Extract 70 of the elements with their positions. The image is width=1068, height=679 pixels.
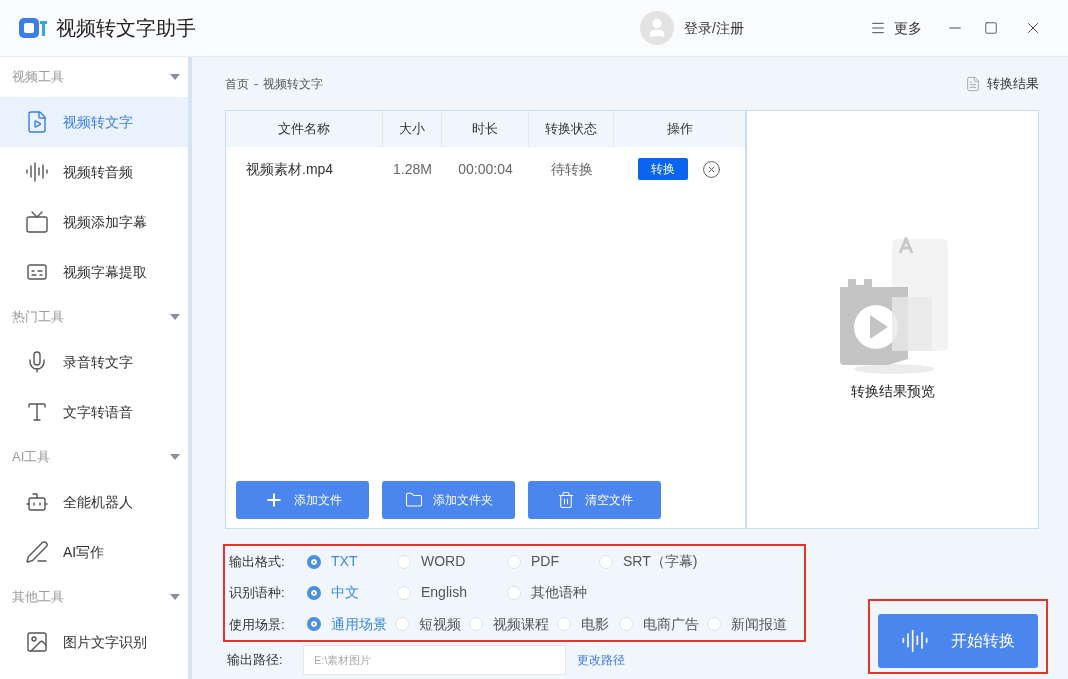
column-header: 时长 [442, 111, 529, 147]
output-path-label: 输出路径: [226, 651, 284, 670]
remove-icon[interactable] [702, 159, 721, 179]
table-cell-text: 1.28M [393, 159, 432, 179]
file-action-button[interactable]: 清空文件 [528, 481, 661, 519]
dropdown-triangle-icon[interactable] [170, 454, 180, 460]
result-link[interactable]: 转换结果 [965, 73, 1039, 94]
app-logo-icon [18, 15, 48, 41]
menu-icon[interactable] [870, 20, 886, 36]
option-label: 输出格式: [229, 552, 286, 571]
output-path-field[interactable]: E:\素材图片 [303, 645, 566, 675]
dropdown-triangle-icon[interactable] [170, 74, 180, 80]
sidebar-section-header: 热门工具 [12, 308, 64, 327]
convert-button[interactable]: 转换 [638, 158, 688, 180]
table-cell: 视频素材.mp4 [246, 160, 334, 177]
radio-option[interactable]: PDF [507, 551, 599, 573]
sidebar-item[interactable]: 视频转音频 [0, 147, 188, 197]
image-icon [25, 630, 49, 654]
radio-option[interactable]: 电影 [557, 613, 619, 635]
video-text-icon [25, 110, 49, 134]
sidebar-item[interactable]: 视频转文字 [0, 97, 188, 147]
table-cell-text: 00:00:04 [458, 159, 513, 179]
sidebar-section-header: AI工具 [12, 448, 51, 467]
radio-option[interactable]: 新闻报道 [707, 613, 797, 635]
change-path-link[interactable]: 更改路径 [577, 651, 625, 669]
dropdown-triangle-icon[interactable] [170, 594, 180, 600]
sidebar-item[interactable]: 全能机器人 [0, 477, 188, 527]
radio-option[interactable]: 电商广告 [619, 613, 707, 635]
option-label: 使用场景: [229, 615, 286, 634]
app-title: 视频转文字助手 [56, 16, 196, 41]
sidebar-item[interactable]: 视频添加字幕 [0, 197, 188, 247]
sidebar-section-header: 视频工具 [12, 68, 64, 87]
pen-icon [25, 540, 49, 564]
login-link[interactable]: 登录/注册 [684, 17, 744, 39]
robot-icon [25, 490, 49, 514]
sidebar-item[interactable]: 图片文字识别 [0, 617, 188, 667]
audio-wave-icon [25, 160, 49, 184]
radio-option[interactable]: 视频课程 [469, 613, 557, 635]
preview-caption: 转换结果预览 [850, 382, 935, 401]
text-icon [25, 400, 49, 424]
column-header: 大小 [383, 111, 442, 147]
file-action-button[interactable]: 添加文件 [236, 481, 369, 519]
breadcrumb-separator: - [254, 75, 258, 93]
column-header: 转换状态 [529, 111, 614, 147]
start-convert-button[interactable]: 开始转换 [878, 614, 1038, 668]
sidebar-item[interactable]: 文字转语音 [0, 387, 188, 437]
radio-option[interactable]: WORD [397, 551, 507, 573]
radio-option[interactable]: SRT（字幕) [599, 551, 749, 573]
column-header: 文件名称 [226, 111, 383, 147]
sidebar-item[interactable]: 录音转文字 [0, 337, 188, 387]
radio-option[interactable]: 其他语种 [507, 582, 607, 604]
folder-icon [404, 491, 423, 509]
trash-icon [556, 491, 575, 509]
dropdown-triangle-icon[interactable] [170, 314, 180, 320]
option-label: 识别语种: [229, 584, 286, 603]
audio-wave-icon [901, 627, 929, 655]
file-action-button[interactable]: 添加文件夹 [382, 481, 515, 519]
table-cell-text: 待转换 [550, 159, 593, 179]
breadcrumb-item[interactable]: 首页 [225, 74, 249, 93]
radio-option[interactable]: 短视频 [395, 613, 469, 635]
tv-icon [25, 210, 49, 234]
column-header: 操作 [665, 120, 694, 139]
sidebar-item[interactable]: AI写作 [0, 527, 188, 577]
sidebar-item[interactable]: 视频字幕提取 [0, 247, 188, 297]
maximize-icon[interactable] [984, 21, 998, 35]
breadcrumb-item[interactable]: 视频转文字 [263, 74, 323, 93]
more-menu[interactable]: 更多 [894, 17, 922, 39]
sidebar-section-header: 其他工具 [12, 588, 64, 607]
document-icon [965, 75, 981, 92]
radio-option[interactable]: English [397, 582, 507, 604]
